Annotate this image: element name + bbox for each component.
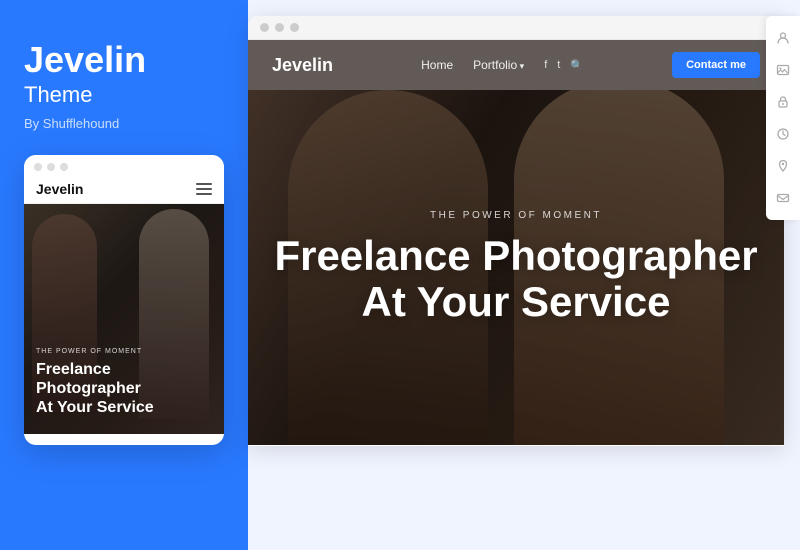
desktop-dot-1	[260, 23, 269, 32]
mobile-nav-logo: Jevelin	[36, 181, 83, 197]
desktop-hero-heading: Freelance Photographer At Your Service	[274, 233, 757, 325]
theme-author: By Shufflehound	[24, 116, 224, 131]
mobile-titlebar	[24, 155, 224, 175]
desktop-nav: Jevelin Home Portfolio f t 🔍 Contact me	[248, 40, 784, 90]
desktop-dot-3	[290, 23, 299, 32]
mail-icon-btn[interactable]	[769, 184, 797, 212]
desktop-hero-line2: At Your Service	[362, 278, 671, 325]
desktop-nav-logo: Jevelin	[272, 55, 333, 76]
hamburger-icon[interactable]	[196, 183, 212, 195]
mobile-hero-content: THE POWER OF MOMENT FreelancePhotographe…	[36, 348, 154, 418]
mobile-dot-2	[47, 163, 55, 171]
mobile-dot-3	[60, 163, 68, 171]
nav-link-home[interactable]: Home	[421, 58, 453, 72]
mobile-hero: THE POWER OF MOMENT FreelancePhotographe…	[24, 204, 224, 434]
lock-icon-btn[interactable]	[769, 88, 797, 116]
right-sidebar-icons	[766, 16, 800, 220]
twitter-icon[interactable]: t	[557, 59, 560, 71]
nav-link-portfolio[interactable]: Portfolio	[473, 58, 524, 72]
desktop-nav-icons: f t 🔍	[544, 59, 584, 72]
search-icon[interactable]: 🔍	[570, 59, 584, 72]
mobile-hero-tagline: THE POWER OF MOMENT	[36, 348, 154, 355]
theme-title: Jevelin	[24, 40, 224, 80]
desktop-hero-line1: Freelance Photographer	[274, 232, 757, 279]
desktop-below-hero: Hi there, my name is	[248, 445, 784, 446]
mobile-dot-1	[34, 163, 42, 171]
mobile-nav: Jevelin	[24, 175, 224, 204]
desktop-dot-2	[275, 23, 284, 32]
user-icon-btn[interactable]	[769, 24, 797, 52]
desktop-nav-links: Home Portfolio f t 🔍	[421, 58, 584, 72]
contact-btn[interactable]: Contact me	[672, 52, 760, 78]
theme-subtitle: Theme	[24, 82, 224, 108]
desktop-titlebar	[248, 16, 784, 40]
right-area: Jevelin Home Portfolio f t 🔍 Contact me …	[248, 0, 800, 550]
image-icon-btn[interactable]	[769, 56, 797, 84]
facebook-icon[interactable]: f	[544, 59, 547, 71]
desktop-hero-content: THE POWER OF MOMENT Freelance Photograph…	[274, 210, 757, 325]
location-icon-btn[interactable]	[769, 152, 797, 180]
left-panel: Jevelin Theme By Shufflehound Jevelin TH…	[0, 0, 248, 550]
clock-icon-btn[interactable]	[769, 120, 797, 148]
desktop-preview: Jevelin Home Portfolio f t 🔍 Contact me …	[248, 16, 784, 446]
desktop-hero-tagline: THE POWER OF MOMENT	[274, 210, 757, 221]
mobile-hero-heading: FreelancePhotographerAt Your Service	[36, 360, 154, 418]
desktop-hero: THE POWER OF MOMENT Freelance Photograph…	[248, 90, 784, 445]
mobile-preview-card: Jevelin THE POWER OF MOMENT FreelancePho…	[24, 155, 224, 445]
